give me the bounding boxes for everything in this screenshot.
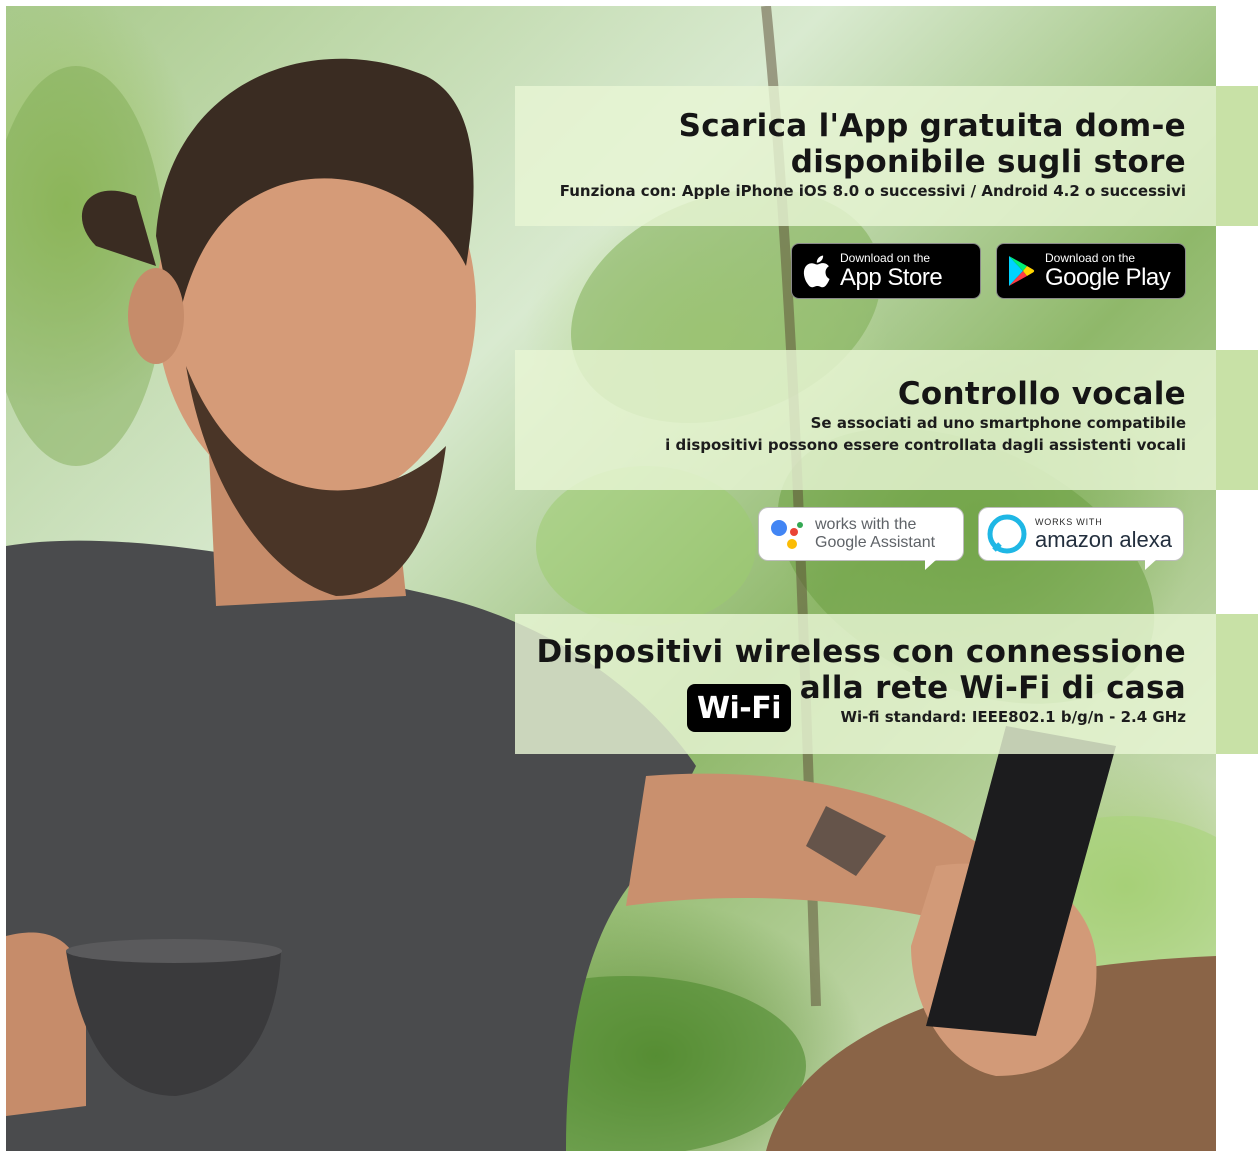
app-download-panel: Scarica l'App gratuita dom-e disponibile… [515, 86, 1216, 226]
voice-title: Controllo vocale [897, 376, 1186, 412]
app-title-line2: disponibile sugli store [790, 144, 1186, 180]
app-compatibility: Funziona con: Apple iPhone iOS 8.0 o suc… [559, 182, 1186, 200]
apple-icon [792, 243, 840, 299]
app-store-line1: Download on the [840, 251, 931, 265]
google-play-button[interactable]: Download on the Google Play [996, 243, 1186, 299]
decorative-strip [1216, 86, 1258, 226]
google-assistant-badge: works with the Google Assistant [758, 507, 964, 570]
voice-control-panel: Controllo vocale Se associati ad uno sma… [515, 350, 1216, 490]
decorative-strip [1216, 614, 1258, 754]
google-play-line1: Download on the [1045, 251, 1136, 265]
decorative-strip [1216, 350, 1258, 490]
voice-line2: i dispositivi possono essere controllata… [665, 436, 1186, 454]
wifi-standard: Wi-fi standard: IEEE802.1 b/g/n - 2.4 GH… [840, 708, 1186, 726]
alexa-badge: WORKS WITH amazon alexa [978, 507, 1184, 570]
wifi-logo: Wi-Fi [687, 684, 791, 732]
wifi-title-line1: Dispositivi wireless con connessione [536, 634, 1186, 670]
google-play-icon [997, 243, 1045, 299]
alexa-icon [979, 507, 1035, 561]
app-store-line2: App Store [840, 264, 943, 291]
voice-line1: Se associati ad uno smartphone compatibi… [810, 414, 1186, 432]
speech-tail [925, 559, 937, 570]
google-assistant-line2: Google Assistant [815, 534, 936, 551]
google-assistant-icon [759, 507, 815, 561]
app-store-button[interactable]: Download on the App Store [791, 243, 981, 299]
alexa-line2: amazon alexa [1035, 526, 1172, 552]
google-play-line2: Google Play [1045, 264, 1171, 291]
alexa-line1: WORKS WITH [1035, 516, 1103, 527]
wifi-panel: Dispositivi wireless con connessione all… [515, 614, 1216, 754]
app-title-line1: Scarica l'App gratuita dom-e [678, 108, 1186, 144]
wifi-title-line2: alla rete Wi-Fi di casa [799, 670, 1186, 706]
speech-tail [1145, 559, 1157, 570]
google-assistant-line1: works with the [815, 516, 917, 533]
